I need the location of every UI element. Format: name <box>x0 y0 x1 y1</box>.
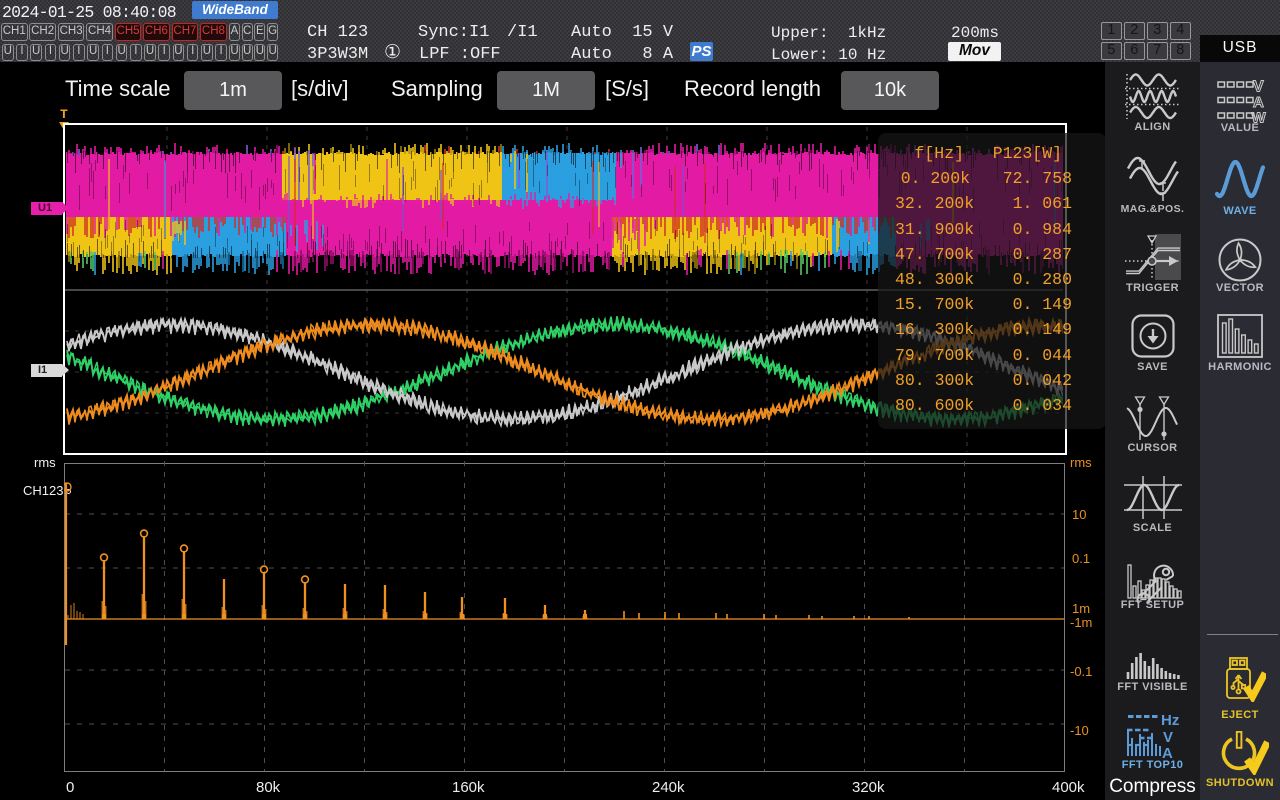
svg-text:A: A <box>1162 745 1173 759</box>
svg-text:V: V <box>1163 729 1173 746</box>
svg-text:Hz: Hz <box>1161 713 1179 729</box>
svg-text:A: A <box>1253 94 1264 111</box>
svg-text:V: V <box>1253 79 1264 96</box>
